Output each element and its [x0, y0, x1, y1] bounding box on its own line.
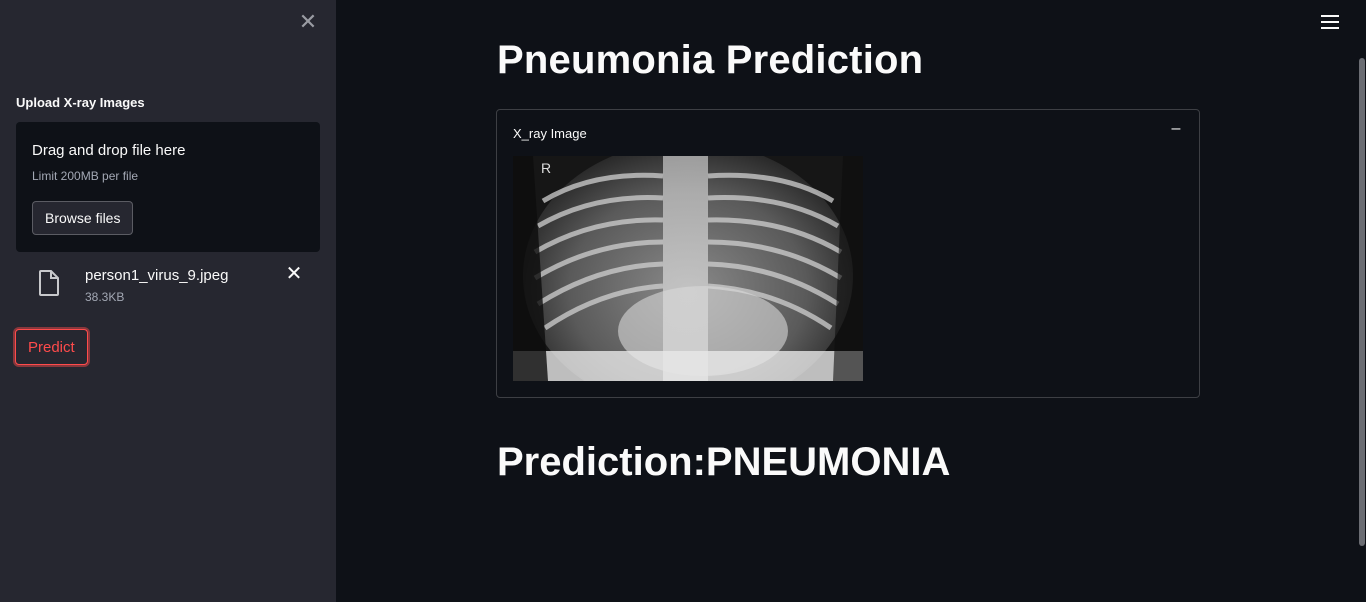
dropzone-title: Drag and drop file here [32, 142, 186, 159]
xray-expander: X_ray Image – R [496, 109, 1200, 398]
upload-label: Upload X-ray Images [16, 95, 145, 110]
file-size: 38.3KB [85, 290, 125, 304]
file-dropzone[interactable]: Drag and drop file here Limit 200MB per … [16, 122, 320, 252]
sidebar-close-icon[interactable]: ✕ [298, 11, 318, 33]
file-icon [39, 270, 59, 296]
app: ✕ Upload X-ray Images Drag and drop file… [0, 0, 1366, 602]
collapse-icon[interactable]: – [1169, 121, 1183, 137]
sidebar: ✕ Upload X-ray Images Drag and drop file… [0, 0, 336, 602]
hamburger-menu-icon[interactable] [1321, 15, 1339, 31]
dropzone-limit: Limit 200MB per file [32, 169, 139, 183]
predict-button[interactable]: Predict [15, 329, 88, 365]
page-title: Pneumonia Prediction [497, 38, 924, 82]
browse-files-button[interactable]: Browse files [32, 201, 134, 235]
scrollbar[interactable] [1359, 58, 1365, 546]
remove-file-icon[interactable]: ✕ [284, 264, 304, 284]
xray-image: R [513, 156, 863, 381]
xray-marker-label: R [541, 160, 552, 176]
prediction-result: Prediction:PNEUMONIA [497, 440, 951, 484]
xray-picture [513, 156, 863, 381]
expander-header[interactable]: X_ray Image [513, 126, 587, 141]
uploaded-file: person1_virus_9.jpeg 38.3KB ✕ [16, 262, 320, 308]
file-name: person1_virus_9.jpeg [85, 267, 229, 284]
